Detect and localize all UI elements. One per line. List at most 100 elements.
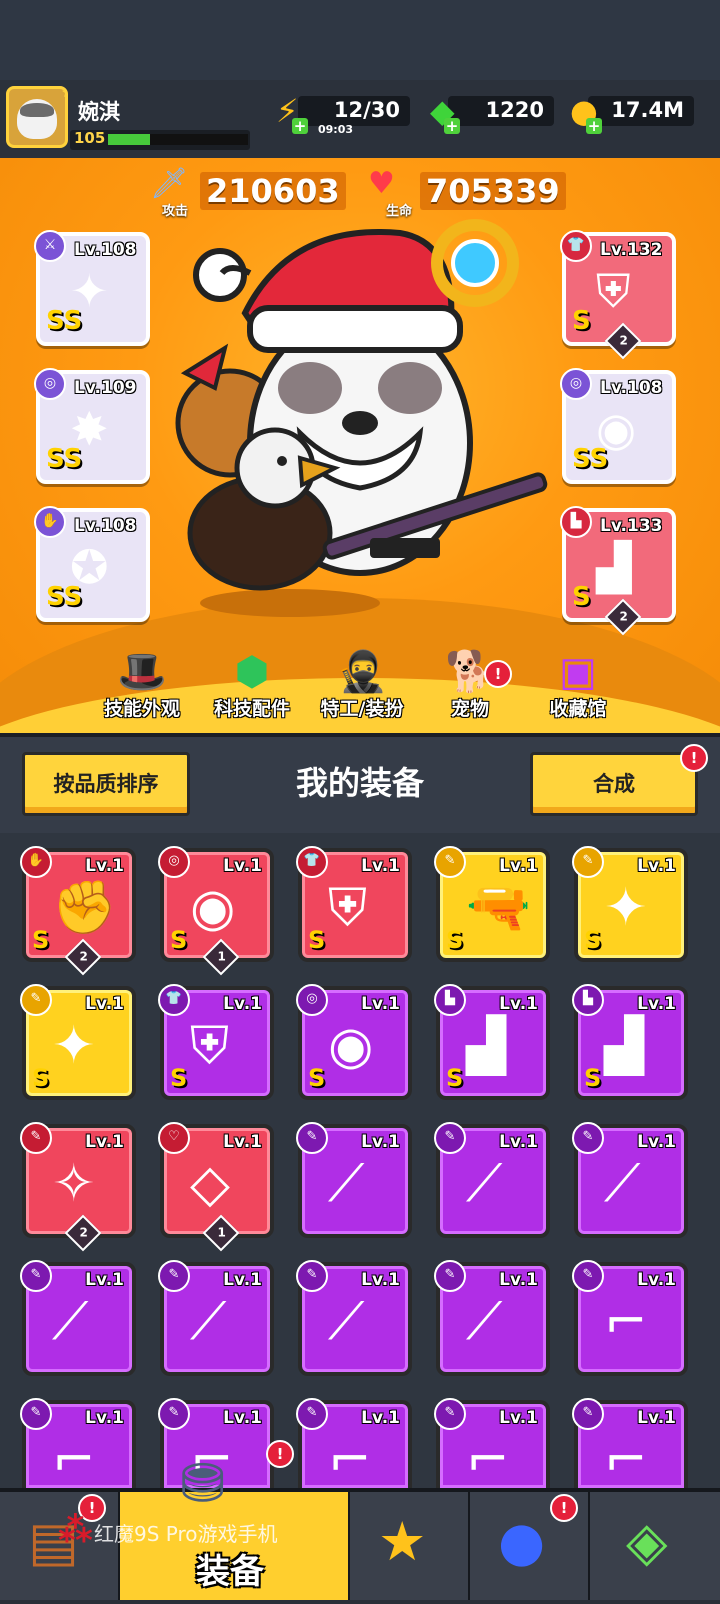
inventory-item[interactable]: ✎ Lv.1 ✦ S	[572, 846, 688, 962]
hero-display: 🗡 攻击 210603 ♥ 生命 705339 ⚔ Lv.108 ✦ SS ◎ …	[0, 158, 720, 733]
status-bar-area	[0, 0, 720, 80]
tech-part-button[interactable]: ⬢ 科技配件	[192, 650, 312, 721]
add-energy-button[interactable]: +	[292, 118, 308, 134]
boots-type-icon: ▙	[560, 506, 592, 538]
inventory-item[interactable]: ✎ Lv.1 ⟋	[296, 1260, 412, 1376]
menu-label: 技能外观	[103, 698, 180, 720]
coin-counter[interactable]: 17.4M	[588, 96, 694, 126]
inventory-item[interactable]: ▙ Lv.1 ▟ S	[434, 984, 550, 1100]
armor-icon: ⛨	[596, 264, 631, 318]
inventory-item[interactable]: ✎ Lv.1 ⟋	[158, 1260, 274, 1376]
scimitar-icon: ⟋	[466, 1154, 503, 1214]
item-type-icon: ✎	[572, 846, 604, 878]
inventory-item[interactable]: ✎ Lv.1 ⟋	[434, 1260, 550, 1376]
item-level: Lv.1	[637, 856, 676, 876]
inventory-item[interactable]: ✎ Lv.1 ⌐	[434, 1398, 550, 1490]
sort-by-quality-button[interactable]: 按品质排序	[22, 752, 190, 816]
inventory-item[interactable]: 👕 Lv.1 ⛨ S	[296, 846, 412, 962]
slot-level: Lv.132	[600, 240, 663, 260]
inventory-item[interactable]: ✎ Lv.1 ⌐	[20, 1398, 136, 1490]
belt-icon: ◉	[190, 878, 236, 938]
slot-level: Lv.108	[600, 378, 663, 398]
ring-type-icon: ◎	[34, 368, 66, 400]
inventory-item[interactable]: ✎ Lv.1 ✦ S	[20, 984, 136, 1100]
gene-tab[interactable]: ◈	[590, 1492, 720, 1600]
item-level: Lv.1	[361, 1408, 400, 1428]
equipped-weapon-slot[interactable]: ⚔ Lv.108 ✦ SS	[34, 230, 150, 346]
cat-avatar-icon	[17, 99, 57, 139]
item-grade: S	[584, 926, 602, 954]
slot-level: Lv.109	[74, 378, 137, 398]
slot-grade: S	[572, 582, 591, 612]
inventory-item[interactable]: 👕 Lv.1 ⛨ S	[158, 984, 274, 1100]
scimitar-icon: ⟋	[52, 1292, 89, 1352]
menu-label: 科技配件	[213, 698, 290, 720]
item-type-icon: ✎	[572, 1122, 604, 1154]
collection-button[interactable]: ▣ 收藏馆	[518, 650, 638, 721]
santa-cat-hero[interactable]	[170, 203, 550, 623]
inventory-item[interactable]: ✎ Lv.1 🔫 S	[434, 846, 550, 962]
inventory-item[interactable]: ✋ Lv.1 ✊ S 2	[20, 846, 136, 976]
inventory-item[interactable]: ✎ Lv.1 ⟋	[434, 1122, 550, 1238]
add-gem-button[interactable]: +	[444, 118, 460, 134]
item-type-icon: ✎	[296, 1398, 328, 1430]
item-level: Lv.1	[499, 994, 538, 1014]
equipped-boots-slot[interactable]: ▙ Lv.133 ▟ S 2	[560, 506, 676, 636]
add-coin-button[interactable]: +	[586, 118, 602, 134]
belt-icon: ◉	[328, 1016, 374, 1076]
item-type-icon: 👕	[158, 984, 190, 1016]
inventory-item[interactable]: ✎ Lv.1 ⟋	[296, 1122, 412, 1238]
merge-button[interactable]: 合成	[530, 752, 698, 816]
energy-counter[interactable]: 12/30	[298, 96, 410, 126]
star-icon: ★	[378, 1510, 427, 1573]
weapon-type-icon: ⚔	[34, 230, 66, 262]
inventory-item[interactable]: ✎ Lv.1 ⌐	[572, 1398, 688, 1490]
item-type-icon: ✎	[296, 1260, 328, 1292]
pet-button[interactable]: 🐕 宠物	[410, 650, 530, 721]
item-type-icon: ✋	[20, 846, 52, 878]
revolver-icon: ⌐	[328, 1430, 372, 1490]
item-level: Lv.1	[223, 994, 262, 1014]
kunai-icon: ✧	[52, 1154, 96, 1214]
item-type-icon: ◎	[158, 846, 190, 878]
equipped-ring-slot[interactable]: ◎ Lv.109 ✸ SS	[34, 368, 150, 484]
inventory-item[interactable]: ✎ Lv.1 ⟋	[572, 1122, 688, 1238]
xp-bar-fill	[108, 134, 150, 145]
equipped-gloves-slot[interactable]: ✋ Lv.108 ✪ SS	[34, 506, 150, 622]
avatar[interactable]: ★	[6, 86, 68, 148]
item-level: Lv.1	[85, 1270, 124, 1290]
equipped-armor-slot[interactable]: 👕 Lv.132 ⛨ S 2	[560, 230, 676, 360]
item-grade: S	[446, 1064, 464, 1092]
item-level: Lv.1	[499, 856, 538, 876]
gem-value: 1220	[485, 98, 544, 122]
star-badge: 2	[604, 322, 642, 360]
hero-tab[interactable]: ★	[350, 1492, 470, 1600]
item-type-icon: ✎	[434, 1122, 466, 1154]
item-type-icon: ▙	[434, 984, 466, 1016]
inventory-item[interactable]: ✎ Lv.1 ⟋	[20, 1260, 136, 1376]
item-type-icon: ✎	[20, 1398, 52, 1430]
inventory-item[interactable]: ✎ Lv.1 ⌐	[572, 1260, 688, 1376]
inventory-item[interactable]: ✎ Lv.1 ✧ 2	[20, 1122, 136, 1252]
menu-label: 收藏馆	[549, 698, 607, 720]
skill-skin-button[interactable]: 🎩 技能外观	[82, 650, 202, 721]
item-level: Lv.1	[361, 994, 400, 1014]
item-type-icon: ✎	[158, 1260, 190, 1292]
slot-level: Lv.133	[600, 516, 663, 536]
item-type-icon: ✎	[434, 846, 466, 878]
inventory-item[interactable]: ✎ Lv.1 ⌐	[296, 1398, 412, 1490]
agent-button[interactable]: 🥷 特工/装扮	[302, 650, 422, 721]
inventory-item[interactable]: ▙ Lv.1 ▟ S	[572, 984, 688, 1100]
revolver-icon: ⌐	[52, 1430, 96, 1490]
gem-counter[interactable]: 1220	[448, 96, 554, 126]
slot-level: Lv.108	[74, 240, 137, 260]
item-level: Lv.1	[637, 994, 676, 1014]
inventory-item[interactable]: ◎ Lv.1 ◉ S 1	[158, 846, 274, 976]
item-level: Lv.1	[499, 1408, 538, 1428]
inventory-item[interactable]: ◎ Lv.1 ◉ S	[296, 984, 412, 1100]
inventory-item[interactable]: ♡ Lv.1 ◇ 1	[158, 1122, 274, 1252]
gauntlet-icon: ✊	[52, 878, 117, 938]
item-grade: S	[308, 1064, 326, 1092]
watermark-logo-icon: ⁂	[58, 1510, 93, 1550]
equipped-belt-slot[interactable]: ◎ Lv.108 ◉ SS	[560, 368, 676, 484]
